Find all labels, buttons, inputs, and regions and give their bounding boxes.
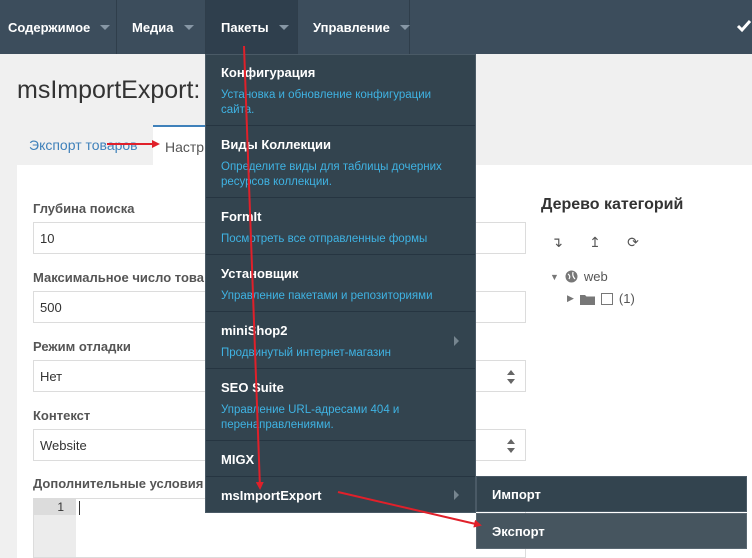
chevron-right-icon — [454, 336, 459, 346]
nav-content-label: Содержимое — [8, 19, 91, 35]
debug-label: Режим отладки — [33, 339, 131, 354]
menu-item-title: Установщик — [221, 266, 299, 281]
msimportexport-submenu: Импорт Экспорт — [476, 476, 747, 549]
menu-item-desc: Управление URL-адресами 404 и перенаправ… — [221, 404, 400, 431]
submenu-import[interactable]: Импорт — [476, 476, 747, 512]
expand-icon[interactable]: ↴ — [549, 234, 565, 251]
context-label: Контекст — [33, 408, 91, 423]
menu-item-desc: Посмотреть все отправленные формы — [221, 233, 428, 245]
line-number: 1 — [34, 499, 76, 515]
editor-gutter: 1 — [34, 499, 76, 557]
menu-item-desc: Управление пакетами и репозиториями — [221, 290, 433, 302]
chevron-down-icon — [183, 24, 194, 30]
extra-conditions-label: Дополнительные условия — [33, 476, 204, 491]
menu-item-seo-suite[interactable]: SEO Suite Управление URL-адресами 404 и … — [206, 369, 475, 441]
select-arrows-icon — [507, 370, 515, 384]
caret-right-icon: ▶ — [567, 293, 574, 303]
top-navbar: Содержимое Медиа Пакеты Управление — [0, 0, 752, 54]
menu-item-title: SEO Suite — [221, 380, 284, 395]
nav-packages-label: Пакеты — [221, 19, 269, 35]
max-value: 500 — [40, 300, 62, 315]
menu-item-title: FormIt — [221, 209, 262, 224]
refresh-icon[interactable]: ⟳ — [625, 234, 641, 251]
check-icon[interactable] — [736, 18, 752, 34]
chevron-down-icon — [100, 24, 111, 30]
menu-item-title: Виды Коллекции — [221, 137, 331, 152]
menu-item-minishop2[interactable]: miniShop2 Продвинутый интернет-магазин — [206, 312, 475, 369]
chevron-right-icon — [454, 490, 459, 500]
nav-content[interactable]: Содержимое — [0, 0, 117, 54]
caret-down-icon: ▼ — [550, 271, 559, 282]
depth-value: 10 — [40, 231, 55, 246]
nav-manage[interactable]: Управление — [298, 0, 410, 54]
menu-item-desc: Определите виды для таблицы дочерних рес… — [221, 161, 442, 188]
menu-item-msimportexport[interactable]: msImportExport — [206, 477, 475, 513]
nav-media[interactable]: Медиа — [117, 0, 206, 54]
checkbox-icon[interactable] — [600, 292, 613, 305]
depth-label: Глубина поиска — [33, 201, 135, 216]
menu-item-title: msImportExport — [221, 488, 322, 503]
chevron-down-icon — [278, 24, 289, 30]
submenu-export[interactable]: Экспорт — [476, 513, 747, 549]
page-title: msImportExport: — [17, 76, 201, 104]
nav-packages[interactable]: Пакеты — [206, 0, 298, 54]
menu-item-migx[interactable]: MIGX — [206, 441, 475, 477]
menu-item-title: Конфигурация — [221, 65, 316, 80]
select-arrows-icon — [507, 439, 515, 453]
menu-item-formit[interactable]: FormIt Посмотреть все отправленные формы — [206, 198, 475, 255]
tab-export-products[interactable]: Экспорт товаров — [17, 125, 150, 165]
packages-dropdown: Конфигурация Установка и обновление конф… — [205, 54, 476, 513]
nav-manage-label: Управление — [313, 19, 390, 35]
chevron-down-icon — [399, 24, 410, 30]
menu-item-title: MIGX — [221, 452, 255, 467]
globe-icon — [565, 270, 578, 283]
debug-value: Нет — [40, 369, 63, 384]
tree-node-folder-label: (1) — [618, 291, 635, 306]
category-tree-title: Дерево категорий — [541, 196, 684, 213]
text-cursor — [79, 501, 80, 515]
menu-item-configuration[interactable]: Конфигурация Установка и обновление конф… — [206, 55, 475, 126]
menu-item-collection-views[interactable]: Виды Коллекции Определите виды для табли… — [206, 126, 475, 198]
collapse-icon[interactable]: ↥ — [587, 234, 603, 251]
max-label: Максимальное число това — [33, 270, 204, 285]
menu-item-installer[interactable]: Установщик Управление пакетами и репозит… — [206, 255, 475, 312]
tree-node-web[interactable]: ▼ web — [550, 269, 608, 284]
menu-item-desc: Установка и обновление конфигурации сайт… — [221, 89, 432, 116]
tree-toolbar: ↴ ↥ ⟳ — [549, 234, 641, 251]
folder-icon — [579, 294, 595, 305]
tree-node-web-label: web — [583, 269, 608, 284]
menu-item-desc: Продвинутый интернет-магазин — [221, 347, 392, 359]
tree-node-folder[interactable]: ▶ (1) — [567, 291, 635, 306]
menu-item-title: miniShop2 — [221, 323, 288, 338]
context-value: Website — [40, 438, 87, 453]
nav-media-label: Медиа — [132, 19, 174, 35]
